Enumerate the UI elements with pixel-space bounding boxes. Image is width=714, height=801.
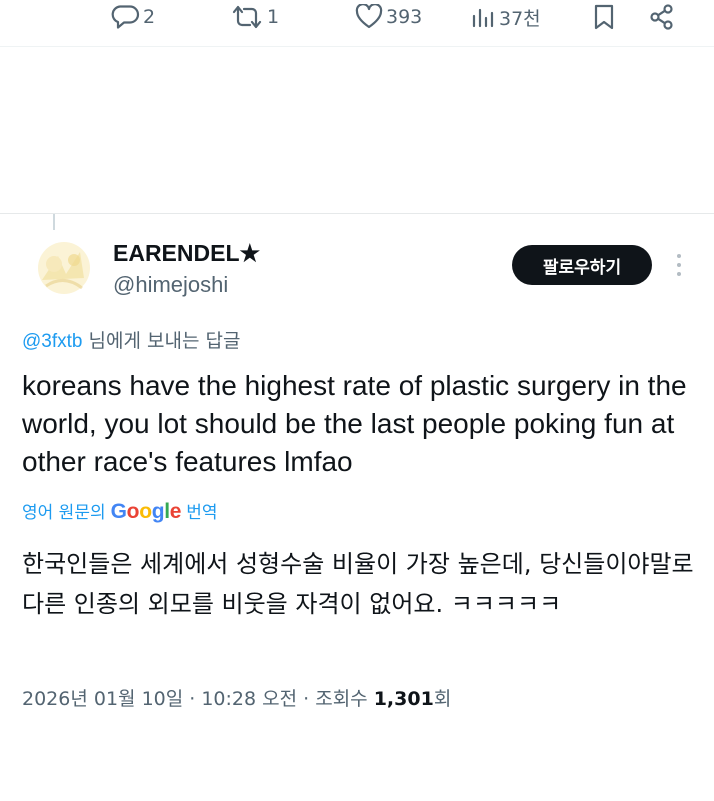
author-handle[interactable]: @himejoshi [113,272,228,298]
translate-link[interactable]: 영어 원문의 Google 번역 [22,498,217,524]
views-button[interactable]: 37천 [470,0,541,34]
views-count: 37천 [499,7,541,30]
view-count: 1,301 [373,688,434,710]
retweet-button[interactable]: 1 [230,0,279,34]
like-icon [355,4,383,29]
more-icon[interactable] [670,252,688,278]
share-button[interactable] [648,0,676,34]
follow-button[interactable]: 팔로우하기 [512,245,652,285]
reply-count: 2 [143,6,156,28]
author-name[interactable]: EARENDEL★ [113,240,260,267]
share-icon [650,4,673,30]
divider [0,213,714,214]
tweet-metadata: 2026년 01월 10일 · 10:28 오전 · 조회수 1,301회 [22,684,451,711]
retweet-icon [232,5,262,29]
reply-context: @3fxtb 님에게 보내는 답글 [22,326,240,353]
like-count: 393 [386,6,423,28]
timestamp[interactable]: 2026년 01월 10일 · 10:28 오전 · 조회수 [22,688,374,710]
translate-suffix: 번역 [186,503,218,523]
tweet-action-bar: 2 1 393 37천 [0,0,714,46]
view-suffix: 회 [433,688,452,710]
google-logo: Google [110,500,182,523]
bookmark-icon [594,4,614,30]
thread-connector [53,214,55,230]
like-button[interactable]: 393 [355,0,422,34]
views-icon [472,8,494,28]
translate-prefix: 영어 원문의 [22,503,106,523]
reply-icon [111,5,140,29]
translated-text: 한국인들은 세계에서 성형수술 비율이 가장 높은데, 당신들이야말로 다른 인… [22,550,694,618]
retweet-count: 1 [267,6,280,28]
avatar[interactable] [24,230,98,304]
divider [0,46,714,47]
reply-button[interactable]: 2 [110,0,155,34]
avatar-image [24,230,98,304]
reply-to-link[interactable]: @3fxtb [22,331,82,352]
tweet-text: koreans have the highest rate of plastic… [22,370,687,477]
reply-to-label: 님에게 보내는 답글 [82,330,241,352]
bookmark-button[interactable] [592,0,616,34]
